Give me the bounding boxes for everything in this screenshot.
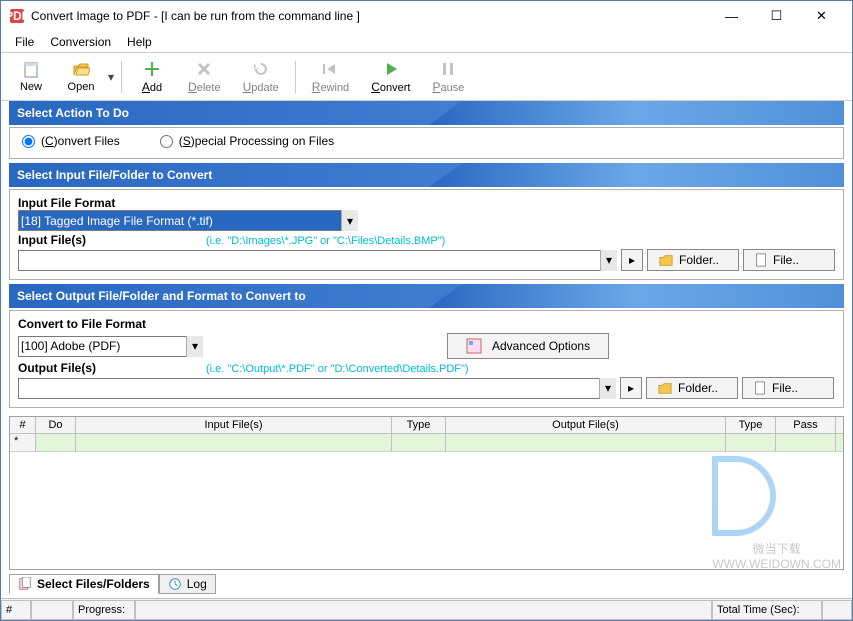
- plus-icon: [143, 60, 161, 78]
- content-area: Select Action To Do (C)onvert Files (S)p…: [1, 101, 852, 620]
- input-format-select[interactable]: [18, 210, 358, 231]
- output-format-label: Convert to File Format: [18, 317, 835, 331]
- close-button[interactable]: ✕: [799, 4, 844, 28]
- grid-col-pass[interactable]: Pass: [776, 417, 836, 433]
- menubar: File Conversion Help: [1, 31, 852, 53]
- svg-text:PDF: PDF: [9, 9, 25, 23]
- grid-col-num[interactable]: #: [10, 417, 36, 433]
- panel-output: Convert to File Format ▾ Advanced Option…: [9, 310, 844, 408]
- rewind-button[interactable]: Rewind: [302, 58, 359, 96]
- output-files-label: Output File(s): [18, 361, 96, 375]
- output-folder-button[interactable]: Folder..: [646, 377, 738, 399]
- tab-select-files[interactable]: Select Files/Folders: [9, 574, 159, 594]
- files-icon: [18, 577, 32, 591]
- input-folder-button[interactable]: Folder..: [647, 249, 739, 271]
- play-icon: [382, 60, 400, 78]
- status-progress-val: [135, 600, 712, 620]
- open-button[interactable]: Open: [57, 59, 105, 95]
- output-files-dropdown-button[interactable]: ▾: [599, 378, 616, 399]
- pause-button[interactable]: Pause: [422, 58, 474, 96]
- update-icon: [252, 60, 270, 78]
- input-play-button[interactable]: ▸: [621, 249, 643, 271]
- app-icon: PDF: [9, 8, 25, 24]
- output-file-button[interactable]: File..: [742, 377, 834, 399]
- panel-input: Input File Format ▾ Input File(s) (i.e. …: [9, 189, 844, 280]
- input-files-field[interactable]: [18, 250, 617, 271]
- menu-help[interactable]: Help: [119, 33, 160, 51]
- radio-special-processing[interactable]: (S)pecial Processing on Files: [160, 134, 334, 148]
- output-play-button[interactable]: ▸: [620, 377, 642, 399]
- tab-log[interactable]: Log: [159, 574, 216, 594]
- file-icon: [753, 381, 767, 395]
- output-format-select[interactable]: [18, 336, 203, 357]
- new-button[interactable]: New: [7, 59, 55, 95]
- bottom-tabs: Select Files/Folders Log: [9, 574, 844, 594]
- statusbar: # Progress: Total Time (Sec):: [1, 598, 852, 620]
- input-files-label: Input File(s): [18, 233, 86, 247]
- output-files-field[interactable]: [18, 378, 616, 399]
- output-format-dropdown-button[interactable]: ▾: [186, 336, 203, 357]
- menu-file[interactable]: File: [7, 33, 42, 51]
- grid-row[interactable]: *: [10, 434, 843, 452]
- grid-col-type2[interactable]: Type: [726, 417, 776, 433]
- grid-col-do[interactable]: Do: [36, 417, 76, 433]
- status-total-label: Total Time (Sec):: [712, 600, 822, 620]
- delete-icon: [195, 60, 213, 78]
- titlebar: PDF Convert Image to PDF - [I can be run…: [1, 1, 852, 31]
- folder-icon: [658, 253, 674, 267]
- banner-action: Select Action To Do: [9, 101, 844, 125]
- minimize-button[interactable]: —: [709, 4, 754, 28]
- window-title: Convert Image to PDF - [I can be run fro…: [31, 9, 709, 23]
- banner-output: Select Output File/Folder and Format to …: [9, 284, 844, 308]
- folder-icon: [657, 381, 673, 395]
- input-hint: (i.e. "D:\Images\*.JPG" or "C:\Files\Det…: [206, 235, 445, 247]
- grid-col-type1[interactable]: Type: [392, 417, 446, 433]
- status-total-val: [822, 600, 852, 620]
- toolbar: New Open ▾ Add Delete Update Rewind Conv…: [1, 53, 852, 101]
- maximize-button[interactable]: ☐: [754, 4, 799, 28]
- open-dropdown[interactable]: ▾: [107, 70, 115, 84]
- status-progress-label: Progress:: [73, 600, 135, 620]
- clock-icon: [168, 577, 182, 591]
- add-button[interactable]: Add: [128, 58, 176, 96]
- input-format-dropdown-button[interactable]: ▾: [341, 210, 358, 231]
- update-button[interactable]: Update: [233, 58, 289, 96]
- files-grid: # Do Input File(s) Type Output File(s) T…: [9, 416, 844, 570]
- input-file-button[interactable]: File..: [743, 249, 835, 271]
- options-icon: [466, 338, 482, 354]
- grid-header: # Do Input File(s) Type Output File(s) T…: [10, 417, 843, 434]
- output-hint: (i.e. "C:\Output\*.PDF" or "D:\Converted…: [206, 363, 469, 375]
- convert-button[interactable]: Convert: [361, 58, 420, 96]
- input-files-dropdown-button[interactable]: ▾: [600, 250, 617, 271]
- open-icon: [72, 61, 90, 79]
- menu-conversion[interactable]: Conversion: [42, 33, 119, 51]
- radio-special-input[interactable]: [160, 135, 173, 148]
- panel-action: (C)onvert Files (S)pecial Processing on …: [9, 127, 844, 159]
- radio-convert-input[interactable]: [22, 135, 35, 148]
- delete-button[interactable]: Delete: [178, 58, 231, 96]
- file-icon: [754, 253, 768, 267]
- grid-row-marker: *: [10, 434, 36, 451]
- advanced-options-button[interactable]: Advanced Options: [447, 333, 609, 359]
- input-format-label: Input File Format: [18, 196, 835, 210]
- banner-input: Select Input File/Folder to Convert: [9, 163, 844, 187]
- radio-convert-files[interactable]: (C)onvert Files: [22, 134, 120, 148]
- new-icon: [22, 61, 40, 79]
- status-num-val: [31, 600, 73, 620]
- pause-icon: [439, 60, 457, 78]
- grid-col-output[interactable]: Output File(s): [446, 417, 726, 433]
- grid-col-input[interactable]: Input File(s): [76, 417, 392, 433]
- rewind-icon: [321, 60, 339, 78]
- status-num: #: [1, 600, 31, 620]
